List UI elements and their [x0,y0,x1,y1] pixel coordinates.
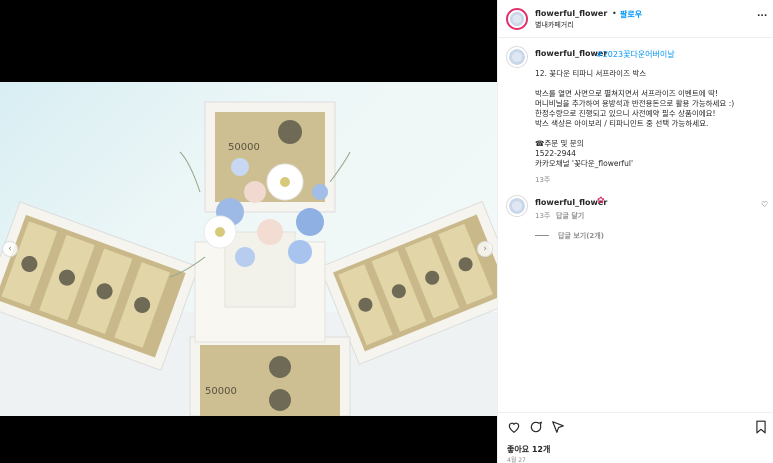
caption-time[interactable]: 13주 [535,175,550,185]
caption-hashtag[interactable]: #2023꽃다운어버이날 [596,49,675,60]
banknote-label-bottom: 50000 [205,386,237,397]
surprise-box-image: 50000 50000 [0,101,497,416]
post-photo: 50000 50000 [0,82,497,416]
reply-button[interactable]: 답글 달기 [556,211,584,221]
caption-line: 12. 꽃다운 티파니 서프라이즈 박스 [535,69,647,78]
post-media: 50000 50000 ‹ › [0,0,497,463]
prev-image-button[interactable]: ‹ [2,241,18,257]
like-icon[interactable] [507,420,521,434]
caption-line: 카카오채널 '꽃다운_flowerful' [535,159,634,168]
caption-avatar[interactable] [506,46,528,68]
likes-count[interactable]: 좋아요 12개 [507,444,550,455]
post-viewer: 50000 50000 ‹ › flowerful_flower • 팔로우 별… [0,0,773,463]
caption-line: 한정수량으로 진행되고 있으니 사전예약 필수 상품이에요! [535,109,716,118]
caption-line [535,79,734,89]
header-divider [498,37,773,38]
post-side-panel: flowerful_flower • 팔로우 별내카페거리 ... flower… [497,0,773,463]
post-location[interactable]: 별내카페거리 [535,20,574,30]
comment-time: 13주 [535,212,551,220]
separator-dot: • [612,9,617,18]
more-options-icon[interactable]: ... [757,9,767,19]
author-username[interactable]: flowerful_flower [535,9,607,18]
comment-like-icon[interactable]: ♡ [761,200,768,209]
caption-body: 12. 꽃다운 티파니 서프라이즈 박스 박스를 열면 사면으로 펼쳐지면서 서… [535,69,734,169]
share-icon[interactable] [551,420,565,434]
flower-emoji-icon: ✿ [597,196,605,206]
caption-line: 1522-2944 [535,149,576,158]
post-date: 4월 27 [507,457,526,463]
caption-line: 박스 색상은 아이보리 / 티파니민트 중 선택 가능하세요. [535,119,709,128]
caption-line: 머니비닐을 추가하여 용방석과 반전용돈으로 활용 가능하세요 :) [535,99,735,108]
next-image-button[interactable]: › [477,241,493,257]
caption-line: 박스를 열면 사면으로 펼쳐지면서 서프라이즈 이벤트에 딱! [535,89,718,98]
actions-divider [498,412,773,413]
comment-icon[interactable] [529,420,543,434]
caption-line [535,129,734,139]
save-icon[interactable] [755,420,767,434]
follow-button[interactable]: 팔로우 [620,9,642,20]
author-avatar[interactable] [506,8,528,30]
banknote-label-top: 50000 [228,142,260,153]
view-replies-button[interactable]: 답글 보기(2개) [558,231,604,241]
comment-avatar[interactable] [506,195,528,217]
replies-line [535,235,549,236]
caption-line: ☎주문 및 문의 [535,139,584,148]
